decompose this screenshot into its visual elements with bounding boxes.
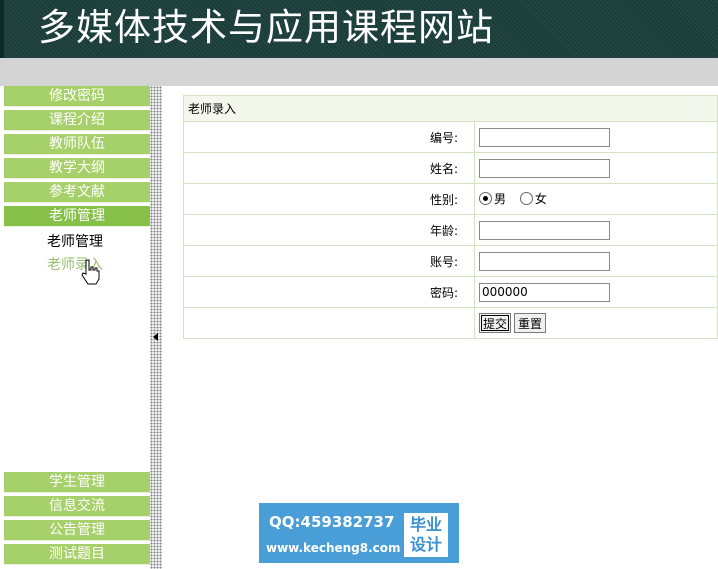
- password-label: 密码:: [183, 276, 475, 308]
- menu-references[interactable]: 参考文献: [4, 182, 150, 203]
- watermark-qq: QQ:459382737: [269, 513, 395, 531]
- sidebar: 修改密码 课程介绍 教师队伍 教学大纲 参考文献 老师管理 老师管理 老师录入 …: [0, 86, 150, 569]
- age-label: 年龄:: [183, 214, 475, 246]
- form-title: 老师录入: [183, 95, 718, 122]
- name-input[interactable]: [479, 158, 610, 178]
- gender-label: 性别:: [183, 183, 475, 215]
- watermark-badge: 毕业 设计: [404, 513, 448, 557]
- site-header: 多媒体技术与应用课程网站: [0, 0, 718, 58]
- menu-test-questions[interactable]: 测试题目: [4, 544, 150, 565]
- gender-male-option[interactable]: 男: [479, 190, 506, 207]
- menu-student-management[interactable]: 学生管理: [4, 472, 150, 493]
- submenu-teacher-management[interactable]: 老师管理: [47, 231, 103, 251]
- watermark-url: www.kecheng8.com: [266, 541, 401, 555]
- menu-syllabus[interactable]: 教学大纲: [4, 158, 150, 179]
- sidebar-splitter[interactable]: [150, 86, 162, 569]
- gender-male-label: 男: [494, 192, 507, 206]
- reset-button[interactable]: 重置: [514, 313, 547, 333]
- header-divider-bar: [0, 58, 718, 86]
- account-input[interactable]: [479, 251, 610, 271]
- password-input[interactable]: [479, 282, 610, 302]
- menu-teacher-management[interactable]: 老师管理: [4, 206, 150, 227]
- gender-female-label: 女: [534, 192, 547, 206]
- number-input[interactable]: [479, 127, 610, 147]
- teacher-entry-form: 老师录入 编号: 姓名: 性别: 男 女 年龄: 账号: 密码: 000000 …: [183, 95, 718, 339]
- age-input[interactable]: [479, 220, 610, 240]
- site-title: 多媒体技术与应用课程网站: [38, 6, 494, 49]
- name-label: 姓名:: [183, 152, 475, 184]
- watermark-badge-line1: 毕业: [409, 515, 442, 534]
- watermark-banner: QQ:459382737 www.kecheng8.com 毕业 设计: [259, 503, 459, 563]
- menu-messages[interactable]: 信息交流: [4, 496, 150, 517]
- menu-change-password[interactable]: 修改密码: [4, 86, 150, 107]
- triangle-left-icon[interactable]: [153, 333, 158, 341]
- gender-female-option[interactable]: 女: [519, 190, 547, 207]
- gender-male-radio[interactable]: [479, 192, 492, 205]
- menu-announcements[interactable]: 公告管理: [4, 520, 150, 541]
- number-label: 编号:: [183, 121, 475, 153]
- watermark-badge-line2: 设计: [409, 535, 442, 554]
- menu-course-intro[interactable]: 课程介绍: [4, 110, 150, 131]
- gender-female-radio[interactable]: [519, 192, 533, 205]
- menu-teacher-team[interactable]: 教师队伍: [4, 134, 150, 155]
- empty-cell: [183, 307, 475, 339]
- submit-button[interactable]: 提交: [479, 313, 512, 333]
- hand-pointer-icon: [81, 259, 100, 285]
- account-label: 账号:: [183, 245, 475, 277]
